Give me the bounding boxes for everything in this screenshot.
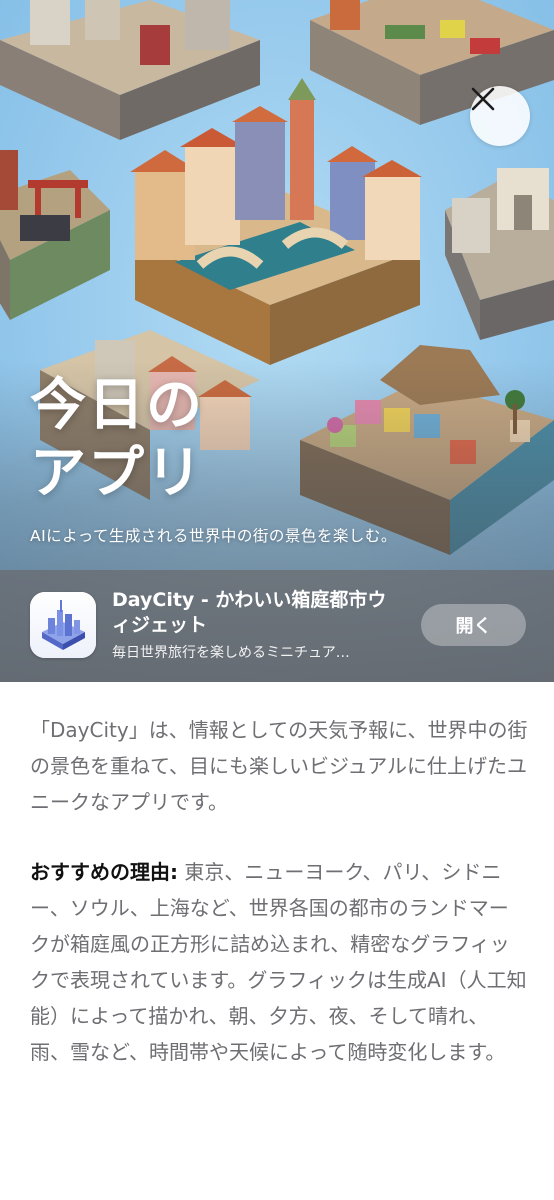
- hero-title-line-1: 今日の: [30, 373, 204, 438]
- app-description: 毎日世界旅行を楽しめるミニチュア…: [112, 645, 350, 661]
- app-name[interactable]: DayCity - かわいい箱庭都市ウィジェット: [112, 588, 402, 638]
- hero-title: 今日の アプリ: [30, 372, 330, 508]
- diorama-city-top-left: [0, 0, 260, 140]
- close-icon: [471, 87, 495, 111]
- open-button[interactable]: 開く: [421, 604, 526, 646]
- diorama-japan-left: [0, 150, 110, 320]
- app-icon[interactable]: [30, 592, 96, 658]
- hero-subtitle: AIによって生成される世界中の街の景色を楽しむ。: [30, 527, 397, 545]
- reason-label: おすすめの理由:: [30, 860, 178, 884]
- hero-title-line-2: アプリ: [30, 441, 204, 506]
- city-buildings-icon: [30, 592, 96, 658]
- article-body: 「DayCity」は、情報としての天気予報に、世界中の街の景色を重ねて、目にも楽…: [30, 712, 528, 1070]
- reason-paragraph: おすすめの理由: 東京、ニューヨーク、パリ、シドニー、ソウル、上海など、世界各国…: [30, 854, 528, 1070]
- close-button[interactable]: [470, 86, 530, 146]
- reason-text: 東京、ニューヨーク、パリ、シドニー、ソウル、上海など、世界各国の都市のランドマー…: [30, 860, 527, 1064]
- diorama-paris-right: [445, 168, 554, 340]
- diorama-venice-center: [130, 78, 422, 365]
- intro-paragraph: 「DayCity」は、情報としての天気予報に、世界中の街の景色を重ねて、目にも楽…: [30, 718, 528, 814]
